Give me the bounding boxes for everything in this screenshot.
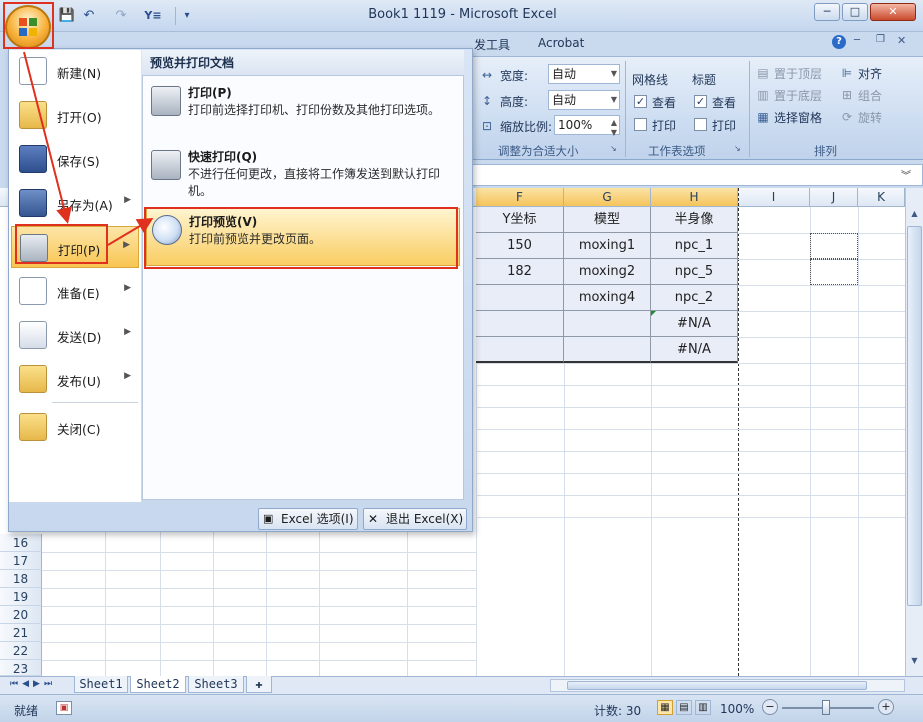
arrow-to-print [23, 51, 72, 224]
annotation-arrows [23, 51, 154, 246]
arrow-to-preview [107, 217, 154, 246]
